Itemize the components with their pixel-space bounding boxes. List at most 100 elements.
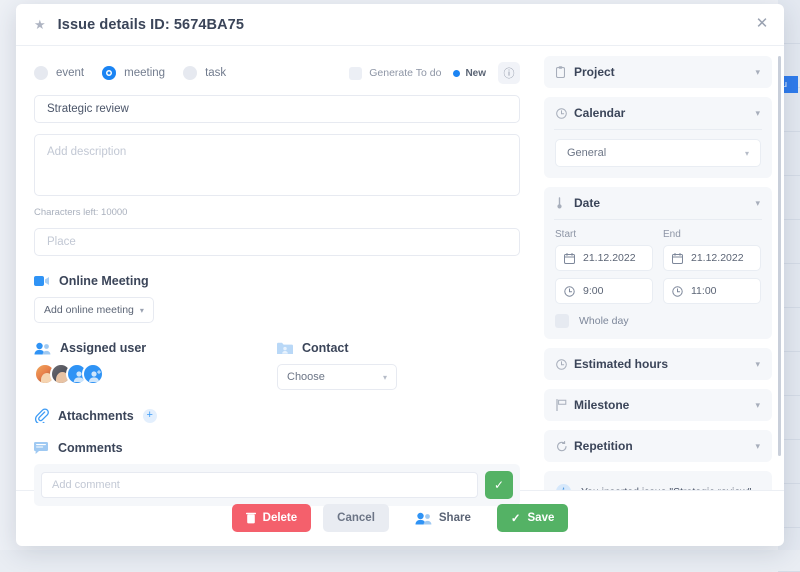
panel-title-estimated-hours: Estimated hours [574, 357, 668, 371]
clock-icon [672, 286, 683, 297]
assigned-user-header: Assigned user [34, 341, 277, 355]
attachments-section: Attachments + [34, 408, 520, 423]
end-date-value: 21.12.2022 [691, 252, 744, 264]
radio-meeting[interactable]: meeting [102, 66, 165, 80]
date-row: Start 21.12.2022 [555, 229, 761, 304]
end-time-input[interactable]: 11:00 [663, 278, 761, 304]
chevron-down-icon: ▾ [755, 441, 760, 452]
share-button[interactable]: Share [401, 504, 485, 532]
radio-label-task: task [205, 67, 226, 79]
radio-task[interactable]: task [183, 66, 226, 80]
chevron-down-icon: ▾ [745, 149, 749, 158]
end-group: End 21.12.2022 11 [663, 229, 761, 304]
calendar-icon [672, 253, 683, 264]
save-label: Save [528, 512, 555, 524]
add-online-meeting-button[interactable]: Add online meeting ▾ [34, 297, 154, 323]
thermometer-icon [556, 197, 571, 209]
issue-form-column: event meeting task Generate To do New [16, 46, 536, 490]
calendar-icon [564, 253, 575, 264]
chevron-down-icon: ▾ [383, 373, 387, 382]
star-icon[interactable]: ★ [34, 17, 46, 33]
video-camera-icon [34, 275, 50, 287]
comment-icon [34, 442, 49, 455]
share-users-icon [415, 512, 432, 525]
comment-composer: ✓ [34, 464, 520, 506]
modal-header: ★ Issue details ID: 5674BA75 ✕ [16, 4, 784, 46]
end-date-input[interactable]: 21.12.2022 [663, 245, 761, 271]
cancel-label: Cancel [337, 512, 375, 524]
comments-section: Comments [34, 441, 520, 455]
radio-dot-icon [183, 66, 197, 80]
add-attachment-button[interactable]: + [143, 409, 157, 423]
clipboard-icon [556, 66, 571, 78]
start-date-input[interactable]: 21.12.2022 [555, 245, 653, 271]
panel-title-milestone: Milestone [574, 398, 629, 412]
close-icon[interactable]: ✕ [754, 16, 770, 32]
end-label: End [663, 229, 761, 240]
radio-event[interactable]: event [34, 66, 84, 80]
comment-input[interactable] [41, 472, 478, 498]
date-body: Start 21.12.2022 [544, 220, 772, 339]
panel-header-project[interactable]: Project ▾ [544, 56, 772, 88]
calendar-select[interactable]: General ▾ [555, 139, 761, 167]
start-time-input[interactable]: 9:00 [555, 278, 653, 304]
info-icon[interactable]: ⓘ [498, 62, 520, 84]
panel-date: Date ▾ Start 21.12.2022 [544, 187, 772, 339]
online-meeting-section: Online Meeting [34, 274, 520, 288]
avatar-add-user-icon[interactable] [82, 363, 104, 385]
panel-estimated-hours: Estimated hours ▾ [544, 348, 772, 380]
attachments-heading: Attachments [58, 409, 134, 423]
radio-label-meeting: meeting [124, 67, 165, 79]
submit-comment-button[interactable]: ✓ [485, 471, 513, 499]
panel-header-milestone[interactable]: Milestone ▾ [544, 389, 772, 421]
panel-title-calendar: Calendar [574, 106, 625, 120]
place-input[interactable] [34, 228, 520, 256]
panel-header-date[interactable]: Date ▾ [544, 187, 772, 219]
assigned-user-avatars [34, 363, 277, 385]
clock-icon [564, 286, 575, 297]
activity-notification: i You inserted issue "Strategic review" … [544, 471, 772, 490]
issue-title-input[interactable] [34, 95, 520, 123]
panel-calendar: Calendar ▾ General ▾ [544, 97, 772, 178]
chevron-down-icon: ▾ [755, 67, 760, 78]
save-button[interactable]: ✓ Save [497, 504, 569, 532]
contact-section: Contact Choose ▾ [277, 341, 520, 390]
chevron-down-icon: ▾ [140, 306, 144, 315]
radio-dot-icon [102, 66, 116, 80]
chevron-down-icon: ▾ [755, 359, 760, 370]
sidebar-scrollbar-thumb[interactable] [778, 56, 781, 456]
assignee-contact-row: Assigned user [34, 341, 520, 390]
whole-day-checkbox[interactable] [555, 314, 569, 328]
delete-label: Delete [263, 512, 298, 524]
description-textarea[interactable] [34, 134, 520, 196]
radio-dot-icon [34, 66, 48, 80]
contact-select[interactable]: Choose ▾ [277, 364, 397, 390]
whole-day-toggle[interactable]: Whole day [555, 314, 761, 328]
info-icon: i [556, 484, 571, 490]
cancel-button[interactable]: Cancel [323, 504, 389, 532]
panel-title-project: Project [574, 65, 615, 79]
assigned-user-section: Assigned user [34, 341, 277, 390]
panel-header-estimated-hours[interactable]: Estimated hours ▾ [544, 348, 772, 380]
panel-title-date: Date [574, 196, 600, 210]
generate-todo-checkbox[interactable] [349, 67, 362, 80]
chevron-down-icon: ▾ [755, 108, 760, 119]
radio-label-event: event [56, 67, 84, 79]
details-sidebar: Project ▾ Calendar ▾ General ▾ [536, 46, 784, 490]
share-label: Share [439, 512, 471, 524]
start-time-value: 9:00 [583, 285, 603, 297]
panel-header-repetition[interactable]: Repetition ▾ [544, 430, 772, 462]
generate-todo-label: Generate To do [369, 67, 441, 79]
panel-project: Project ▾ [544, 56, 772, 88]
whole-day-label: Whole day [579, 315, 629, 327]
delete-button[interactable]: Delete [232, 504, 312, 532]
todo-controls: Generate To do New ⓘ [349, 62, 520, 84]
contact-heading: Contact [302, 341, 349, 355]
paperclip-icon [34, 408, 49, 423]
calendar-select-value: General [567, 147, 606, 159]
status-dot-icon [453, 70, 460, 77]
panel-header-calendar[interactable]: Calendar ▾ [544, 97, 772, 129]
chevron-down-icon: ▾ [755, 400, 760, 411]
chevron-down-icon: ▾ [755, 198, 760, 209]
assigned-user-heading: Assigned user [60, 341, 146, 355]
